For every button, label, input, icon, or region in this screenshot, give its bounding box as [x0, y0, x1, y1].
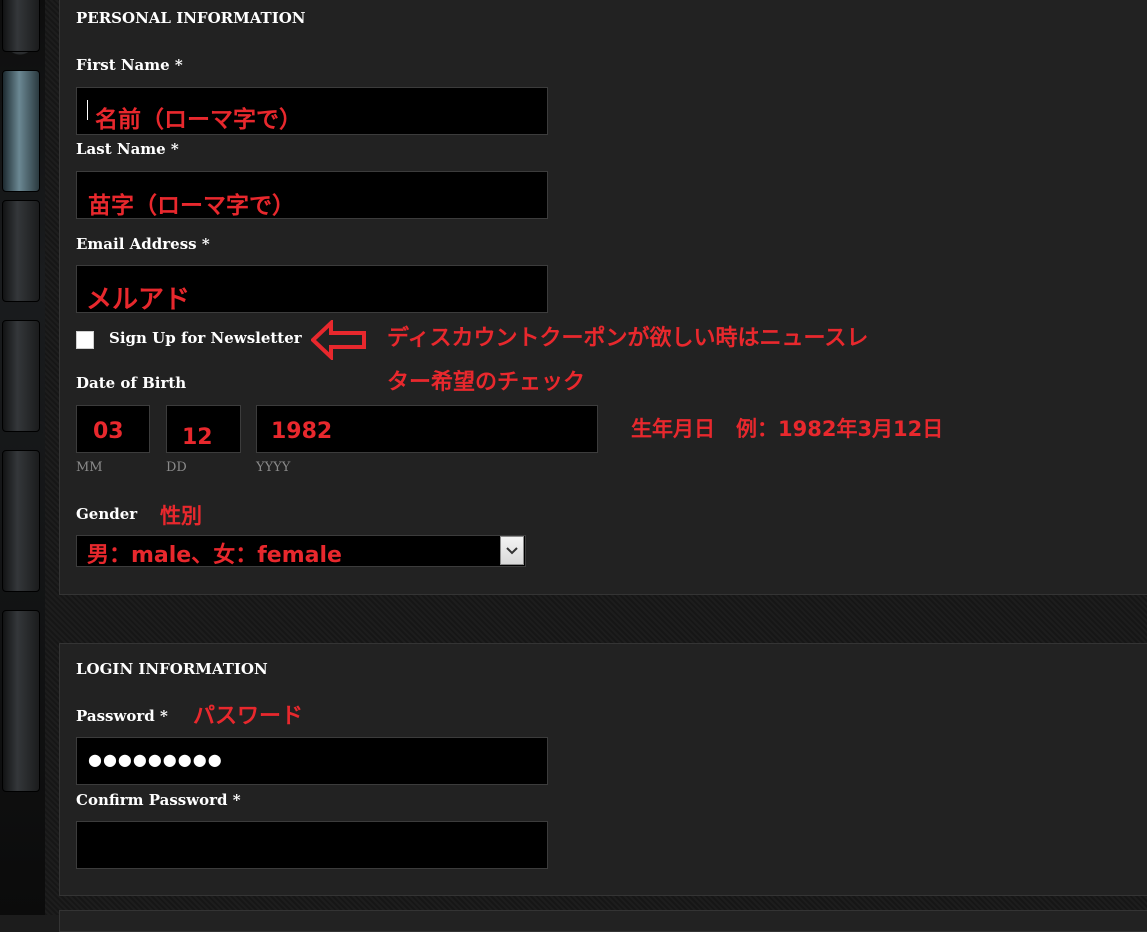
section-title-personal: PERSONAL INFORMATION: [76, 9, 306, 27]
email-input[interactable]: メルアド: [76, 265, 548, 315]
decor-tile: [2, 0, 40, 52]
dob-note: 生年月日 例：1982年3月12日: [631, 417, 944, 441]
text-caret: [87, 100, 88, 120]
dob-day-hint: DD: [166, 460, 187, 475]
confirm-password-input[interactable]: [76, 821, 548, 869]
decor-tile: [2, 320, 40, 432]
next-section-panel: [59, 910, 1147, 932]
first-name-value: 名前（ローマ字で）: [95, 107, 302, 133]
newsletter-checkbox[interactable]: [76, 331, 94, 349]
decor-tile: [2, 70, 40, 192]
login-information-panel: LOGIN INFORMATION Password * パスワード ●●●●●…: [59, 643, 1147, 896]
decorative-side-strip: [0, 0, 45, 915]
dob-year-hint: YYYY: [256, 460, 291, 475]
confirm-password-label: Confirm Password *: [76, 791, 241, 809]
section-title-login: LOGIN INFORMATION: [76, 660, 268, 678]
gender-select[interactable]: 男：male、女：female: [76, 535, 526, 568]
dob-label: Date of Birth: [76, 374, 187, 392]
newsletter-note-line1: ディスカウントクーポンが欲しい時はニュースレ: [387, 326, 869, 351]
dob-month-input[interactable]: 03: [76, 405, 150, 453]
first-name-input[interactable]: 名前（ローマ字で）: [76, 87, 548, 135]
password-masked-value: ●●●●●●●●●: [88, 750, 223, 769]
last-name-label: Last Name *: [76, 140, 179, 158]
last-name-value: 苗字（ローマ字で）: [88, 193, 295, 219]
dob-year-value: 1982: [271, 419, 333, 444]
password-label: Password *: [76, 707, 168, 725]
personal-information-panel: PERSONAL INFORMATION First Name * 名前（ローマ…: [59, 0, 1147, 595]
dob-year-input[interactable]: 1982: [256, 405, 598, 453]
decor-tile: [2, 610, 40, 792]
newsletter-label[interactable]: Sign Up for Newsletter: [109, 329, 302, 347]
last-name-input[interactable]: 苗字（ローマ字で）: [76, 171, 548, 219]
dob-day-value: 12: [182, 425, 213, 450]
dob-month-value: 03: [93, 419, 124, 444]
password-note: パスワード: [193, 704, 304, 729]
decor-tile: [2, 200, 40, 302]
left-arrow-icon: [311, 320, 366, 360]
dob-day-input[interactable]: 12: [166, 405, 241, 453]
email-value: メルアド: [86, 285, 191, 315]
newsletter-note-line2: ター希望のチェック: [387, 370, 586, 395]
decor-tile: [2, 450, 40, 592]
gender-note: 性別: [160, 504, 202, 528]
first-name-label: First Name *: [76, 56, 183, 74]
chevron-down-icon[interactable]: [500, 536, 524, 565]
password-input[interactable]: ●●●●●●●●●: [76, 737, 548, 785]
gender-label: Gender: [76, 505, 138, 523]
gender-select-value: 男：male、女：female: [87, 543, 342, 568]
dob-month-hint: MM: [76, 460, 103, 475]
email-label: Email Address *: [76, 235, 210, 253]
